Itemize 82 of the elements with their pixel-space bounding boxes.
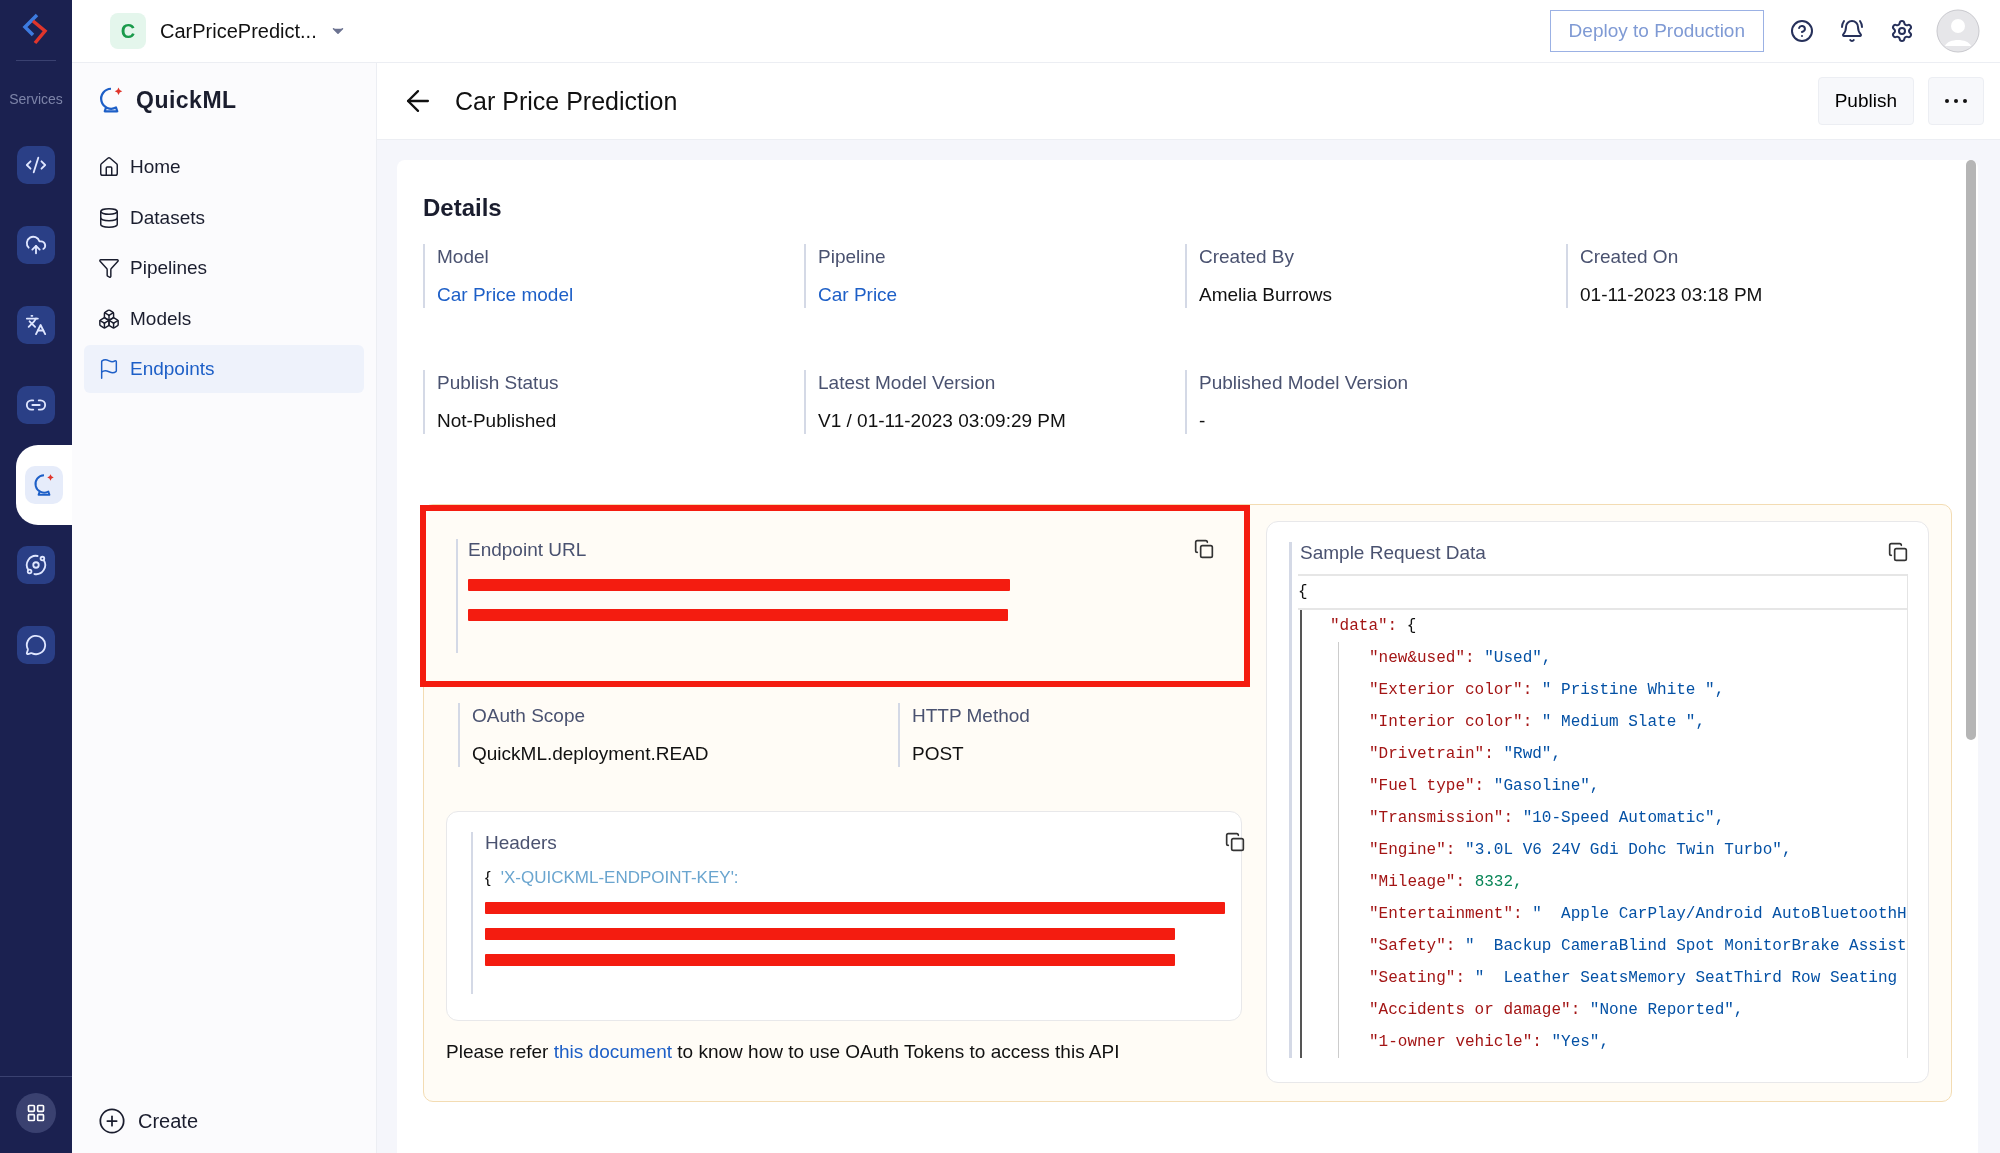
code-line: "Interior color": " Medium Slate ", xyxy=(1369,712,1707,733)
flag-icon xyxy=(98,358,120,380)
nav-item[interactable]: Pipelines xyxy=(84,244,364,292)
nav-item[interactable]: Models xyxy=(84,294,364,343)
code-line: "Exterior color": " Pristine White ", xyxy=(1369,680,1726,701)
service-button[interactable] xyxy=(17,546,55,584)
field-label: Headers xyxy=(485,832,558,854)
service-button[interactable] xyxy=(17,306,55,344)
grid-icon xyxy=(26,1103,46,1123)
section-title: Details xyxy=(423,194,503,222)
field-label: Latest Model Version xyxy=(818,372,997,394)
code-line: "Engine": "3.0L V6 24V Gdi Dohc Twin Turbo", xyxy=(1369,840,1793,861)
code-line: "Safety": " Backup CameraBlind Spot MonitorBrake Assist xyxy=(1369,936,1907,957)
help-note: Please refer this document to know how to use OAuth Tokens to access this API xyxy=(446,1041,1121,1063)
field-value: Not-Published xyxy=(437,410,558,432)
code-line: "Seating": " Leather SeatsMemory SeatThird Row Seating xyxy=(1369,968,1899,989)
nav-item[interactable]: Home xyxy=(84,143,364,191)
field-label: Sample Request Data xyxy=(1300,542,1486,564)
field-label: Pipeline xyxy=(818,246,887,268)
code-text: 'X-QUICKML-ENDPOINT-KEY': xyxy=(500,868,739,888)
field-value: POST xyxy=(912,743,965,765)
field-label: OAuth Scope xyxy=(472,705,587,727)
page-title: Car Price Prediction xyxy=(455,86,678,116)
copy-button[interactable] xyxy=(1194,539,1214,559)
service-button[interactable] xyxy=(17,626,55,664)
more-icon xyxy=(1945,99,1967,103)
code-icon xyxy=(25,154,47,176)
code-line: "Fuel type": "Gasoline", xyxy=(1369,776,1601,797)
service-button[interactable] xyxy=(17,386,55,424)
notification-button[interactable] xyxy=(1840,19,1864,43)
code-line: "1-owner vehicle": "Yes", xyxy=(1369,1032,1611,1053)
field-label: Published Model Version xyxy=(1199,372,1410,394)
boxes-icon xyxy=(98,307,120,330)
service-button[interactable] xyxy=(25,466,63,504)
help-button[interactable] xyxy=(1790,19,1814,43)
field-label: HTTP Method xyxy=(912,705,1031,727)
orbit-icon xyxy=(25,554,47,576)
field-link[interactable]: Car Price xyxy=(818,284,1173,306)
filter-icon xyxy=(98,257,120,279)
language-icon xyxy=(25,314,47,336)
project-avatar: C xyxy=(110,13,146,49)
code-line: "Drivetrain": "Rwd", xyxy=(1369,744,1563,765)
service-button[interactable] xyxy=(17,146,55,184)
copy-button[interactable] xyxy=(1888,542,1908,562)
code-line: "Transmission": "10-Speed Automatic", xyxy=(1369,808,1726,829)
home-icon xyxy=(98,156,120,178)
chat-icon xyxy=(25,634,47,656)
document-link[interactable]: this document xyxy=(553,1041,673,1062)
field-value: 01-11-2023 03:18 PM xyxy=(1580,284,1764,306)
quickml-icon xyxy=(31,472,57,498)
field-label: Created By xyxy=(1199,246,1296,268)
copy-button[interactable] xyxy=(1225,832,1245,852)
field-label: Publish Status xyxy=(437,372,560,394)
code-line: "Mileage": 8332, xyxy=(1369,872,1524,893)
create-button[interactable]: Create xyxy=(84,1107,364,1153)
cloud-icon xyxy=(25,234,47,256)
app-title: QuickML xyxy=(136,86,237,114)
code-line: "data": { xyxy=(1330,616,1418,637)
publish-button[interactable]: Publish xyxy=(1817,77,1914,125)
field-value: V1 / 01-11-2023 03:09:29 PM xyxy=(818,410,1067,432)
code-line: "new&used": "Used", xyxy=(1369,648,1553,669)
field-value: QuickML.deployment.READ xyxy=(472,743,710,765)
field-label: Model xyxy=(437,246,490,268)
apps-button[interactable] xyxy=(16,1093,56,1133)
code-text: { xyxy=(485,868,491,888)
database-icon xyxy=(98,206,120,229)
scrollbar[interactable] xyxy=(1966,160,1976,740)
nav-item[interactable]: Endpoints xyxy=(84,345,364,393)
field-value: Amelia Burrows xyxy=(1199,284,1334,306)
field-value: - xyxy=(1199,410,1207,432)
field-label: Endpoint URL xyxy=(468,539,588,561)
services-label: Services xyxy=(9,91,63,107)
settings-button[interactable] xyxy=(1890,19,1914,43)
code-line: "Entertainment": " Apple CarPlay/Android AutoBluetoothH xyxy=(1369,904,1907,925)
field-label: Created On xyxy=(1580,246,1680,268)
nav-item[interactable]: Datasets xyxy=(84,193,364,242)
field-link[interactable]: Car Price model xyxy=(437,284,792,306)
project-selector[interactable]: CarPricePredict... xyxy=(154,18,353,44)
service-button[interactable] xyxy=(17,226,55,264)
code-line: "Accidents or damage": "None Reported", xyxy=(1369,1000,1745,1021)
code-line: { xyxy=(1298,574,1907,610)
plus-icon xyxy=(98,1107,126,1135)
